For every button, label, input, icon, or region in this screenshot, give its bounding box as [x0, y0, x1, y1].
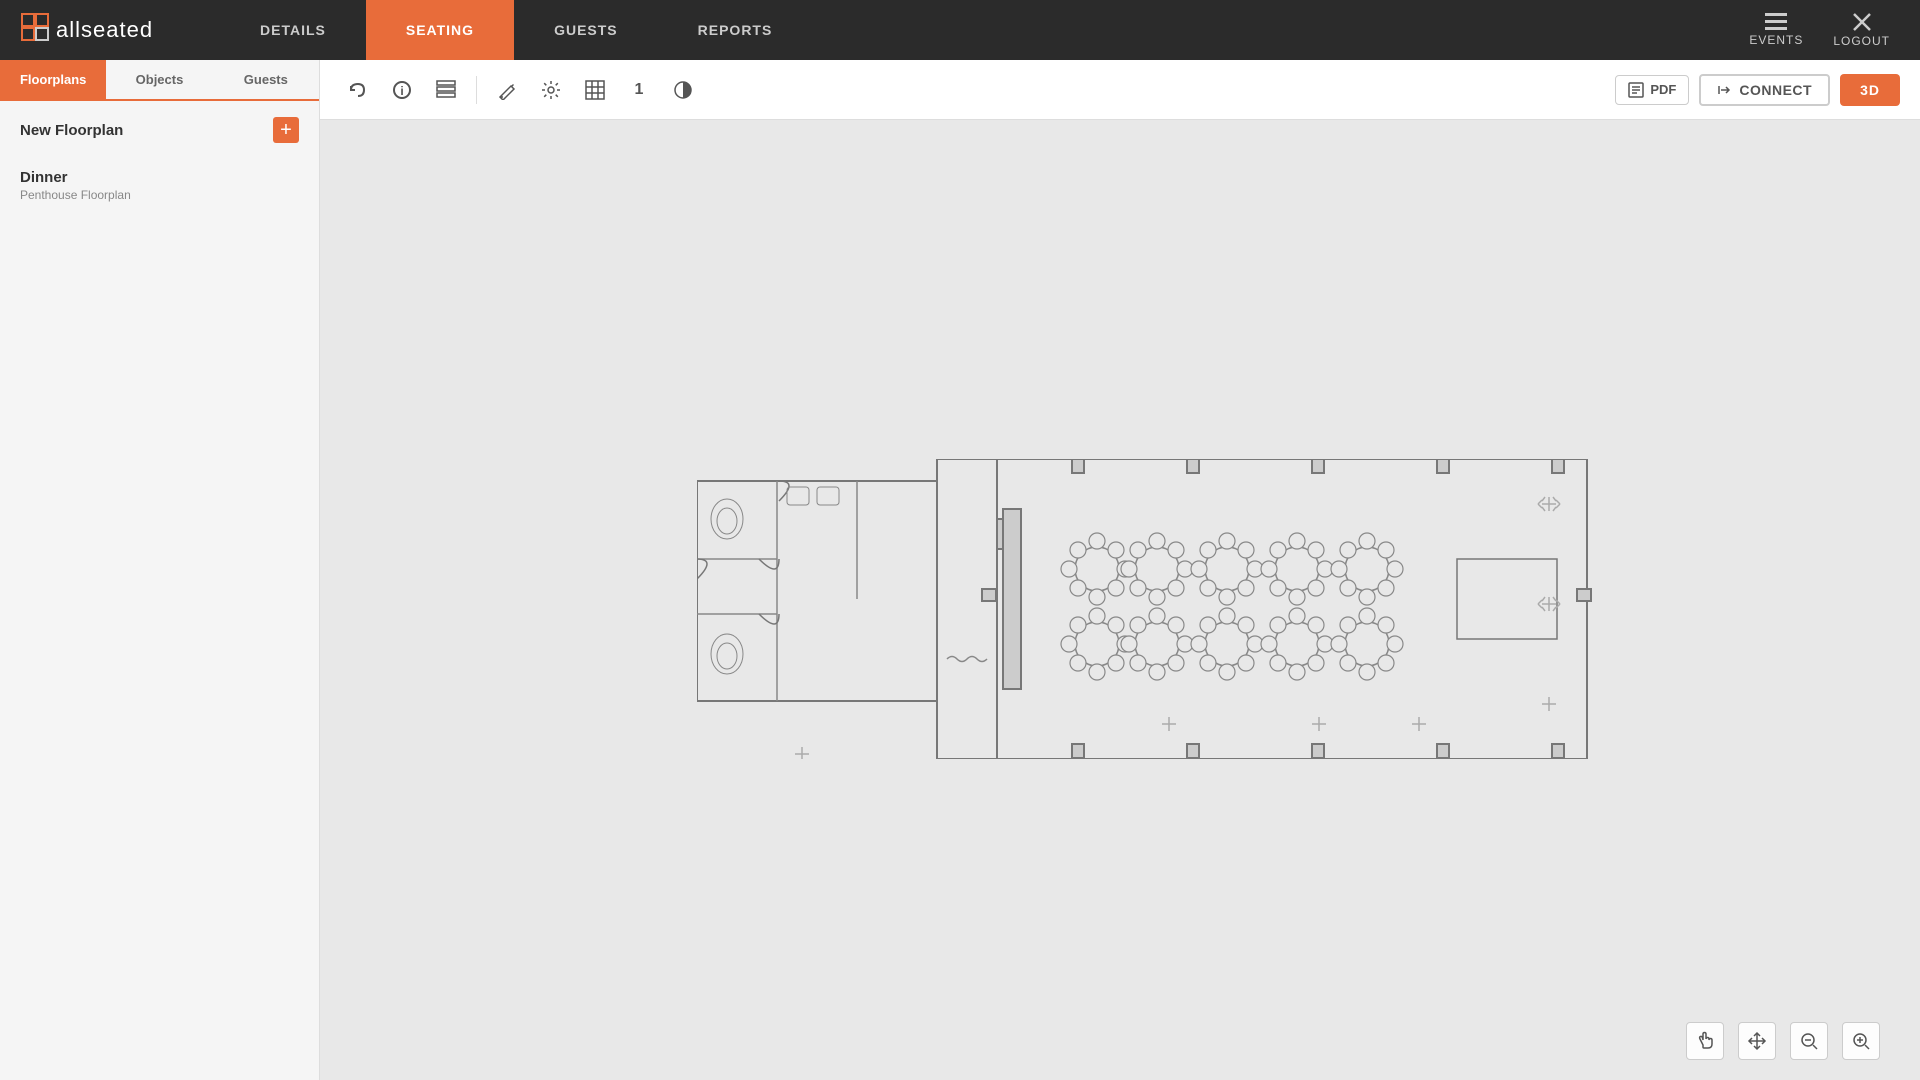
logout-button[interactable]: LOGOUT — [1833, 12, 1890, 48]
logo-icon — [20, 12, 50, 49]
floorplan-canvas[interactable] — [320, 120, 1920, 1080]
grid-button[interactable] — [577, 72, 613, 108]
connect-label: CONNECT — [1739, 82, 1812, 98]
zoom-out-button[interactable] — [1790, 1022, 1828, 1060]
main-layout: Floorplans Objects Guests New Floorplan … — [0, 60, 1920, 1080]
nav-seating[interactable]: SEATING — [366, 0, 514, 60]
logo-text: allseated — [56, 17, 153, 43]
pencil-button[interactable] — [489, 72, 525, 108]
settings-button[interactable] — [533, 72, 569, 108]
events-label: EVENTS — [1749, 33, 1803, 47]
events-button[interactable]: EVENTS — [1749, 13, 1803, 47]
contrast-button[interactable] — [665, 72, 701, 108]
floorplan-item[interactable]: Dinner Penthouse Floorplan — [0, 159, 319, 222]
pdf-button[interactable]: PDF — [1615, 75, 1689, 105]
info-button[interactable]: i — [384, 72, 420, 108]
nav-right: EVENTS LOGOUT — [1749, 12, 1920, 48]
tab-guests[interactable]: Guests — [213, 60, 319, 99]
logo-area: allseated — [0, 12, 220, 49]
connect-button[interactable]: CONNECT — [1699, 74, 1830, 106]
move-tool-button[interactable] — [1738, 1022, 1776, 1060]
new-floorplan-label: New Floorplan — [20, 122, 123, 139]
hand-tool-button[interactable] — [1686, 1022, 1724, 1060]
btn-3d[interactable]: 3D — [1840, 74, 1900, 106]
tab-objects[interactable]: Objects — [106, 60, 212, 99]
nav-reports[interactable]: REPORTS — [658, 0, 813, 60]
toolbar: i — [320, 60, 1920, 120]
top-navigation: allseated DETAILS SEATING GUESTS REPORTS… — [0, 0, 1920, 60]
toolbar-separator-1 — [476, 76, 477, 104]
floorplan-svg — [697, 459, 1597, 759]
floorplan-sub: Penthouse Floorplan — [20, 188, 299, 202]
new-floorplan-button[interactable]: + — [273, 117, 299, 143]
tab-floorplans[interactable]: Floorplans — [0, 60, 106, 99]
nav-guests[interactable]: GUESTS — [514, 0, 658, 60]
bottom-controls — [1686, 1022, 1880, 1060]
sidebar: Floorplans Objects Guests New Floorplan … — [0, 60, 320, 1080]
pdf-label: PDF — [1650, 82, 1676, 97]
undo-button[interactable] — [340, 72, 376, 108]
zoom-in-button[interactable] — [1842, 1022, 1880, 1060]
nav-details[interactable]: DETAILS — [220, 0, 366, 60]
floorplan-name: Dinner — [20, 169, 299, 186]
toolbar-right: PDF CONNECT 3D — [1615, 74, 1900, 106]
number-button[interactable]: 1 — [621, 72, 657, 108]
svg-text:i: i — [400, 84, 403, 98]
new-floorplan-row: New Floorplan + — [0, 101, 319, 159]
nav-items: DETAILS SEATING GUESTS REPORTS — [220, 0, 1749, 60]
table-button[interactable] — [428, 72, 464, 108]
canvas-area: i — [320, 60, 1920, 1080]
logout-label: LOGOUT — [1833, 34, 1890, 48]
sidebar-tabs: Floorplans Objects Guests — [0, 60, 319, 101]
